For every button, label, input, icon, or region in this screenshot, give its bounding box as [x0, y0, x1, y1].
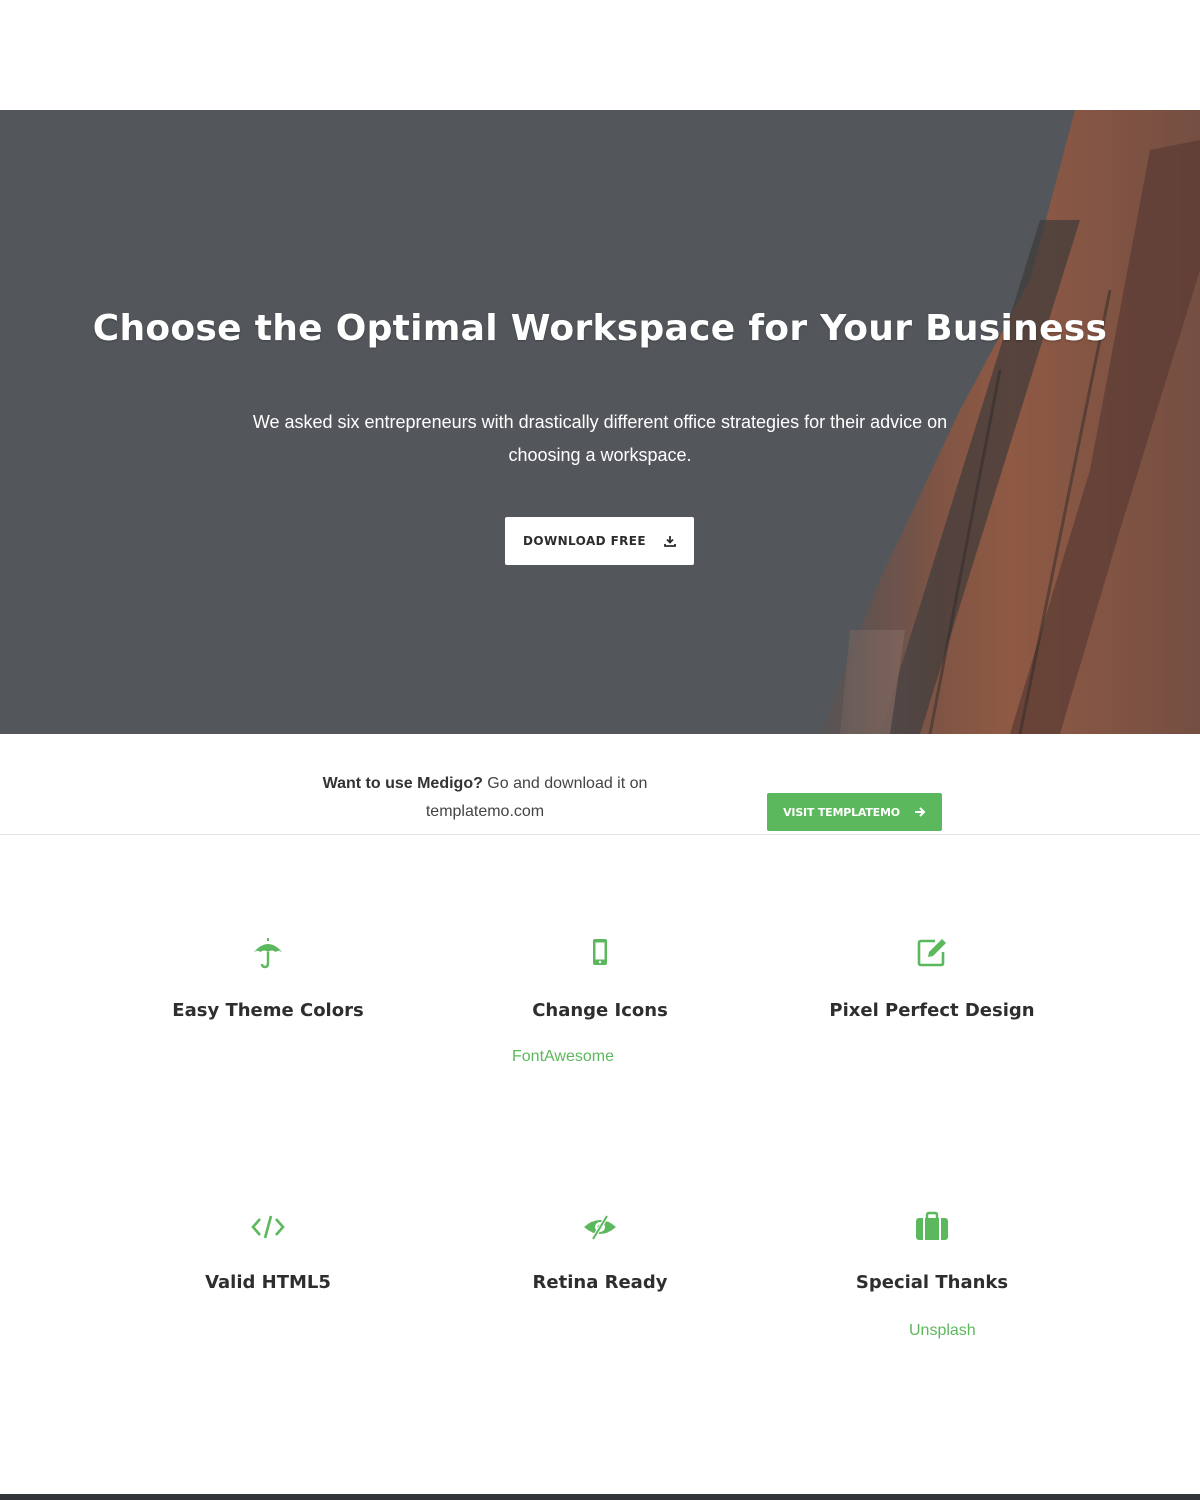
hero-title: Choose the Optimal Workspace for Your Bu… — [92, 308, 1108, 349]
mobile-icon — [593, 939, 607, 965]
fontawesome-link[interactable]: FontAwesome — [512, 1048, 614, 1066]
cta-text-line2: templatemo.com — [425, 803, 545, 820]
hero-subtitle: We asked six entrepreneurs with drastica… — [240, 406, 960, 472]
feature-easy-theme-colors: Easy Theme Colors — [98, 936, 438, 1021]
feature-title: Pixel Perfect Design — [829, 1000, 1035, 1021]
footer-bar — [0, 1494, 1200, 1500]
briefcase-icon — [916, 1211, 948, 1240]
hero-subtitle-line2: choosing a workspace. — [508, 445, 692, 465]
cta-text: Want to use Medigo? Go and download it o… — [300, 770, 670, 826]
cta-text-line1: Go and download it on — [482, 775, 648, 792]
visit-templatemo-button[interactable]: VISIT TEMPLATEMO — [767, 793, 942, 831]
eye-slash-icon — [584, 1214, 616, 1241]
feature-title: Easy Theme Colors — [172, 1000, 364, 1021]
feature-retina-ready: Retina Ready — [430, 1210, 770, 1293]
feature-special-thanks: Special Thanks Unsplash — [762, 1210, 1102, 1339]
umbrella-icon — [253, 938, 283, 969]
hero-section: Choose the Optimal Workspace for Your Bu… — [0, 110, 1200, 734]
cta-bold-text: Want to use Medigo? — [322, 775, 483, 792]
feature-title: Special Thanks — [855, 1272, 1009, 1293]
feature-pixel-perfect-design: Pixel Perfect Design — [762, 936, 1102, 1021]
edit-icon — [917, 939, 946, 967]
feature-title: Valid HTML5 — [205, 1272, 331, 1293]
code-icon — [251, 1215, 285, 1239]
top-navigation-bar — [0, 0, 1200, 110]
download-button-label: DOWNLOAD FREE — [523, 534, 646, 548]
unsplash-link[interactable]: Unsplash — [909, 1322, 976, 1340]
cta-section: Want to use Medigo? Go and download it o… — [0, 734, 1200, 835]
download-icon — [664, 536, 676, 547]
download-free-button[interactable]: DOWNLOAD FREE — [505, 517, 694, 565]
feature-valid-html5: Valid HTML5 — [98, 1210, 438, 1293]
feature-title: Change Icons — [532, 1000, 668, 1021]
feature-title: Retina Ready — [532, 1272, 668, 1293]
arrow-right-icon — [914, 807, 926, 817]
feature-change-icons: Change Icons FontAwesome — [430, 936, 770, 1065]
hero-subtitle-line1: We asked six entrepreneurs with drastica… — [252, 412, 948, 432]
visit-button-label: VISIT TEMPLATEMO — [783, 805, 900, 819]
